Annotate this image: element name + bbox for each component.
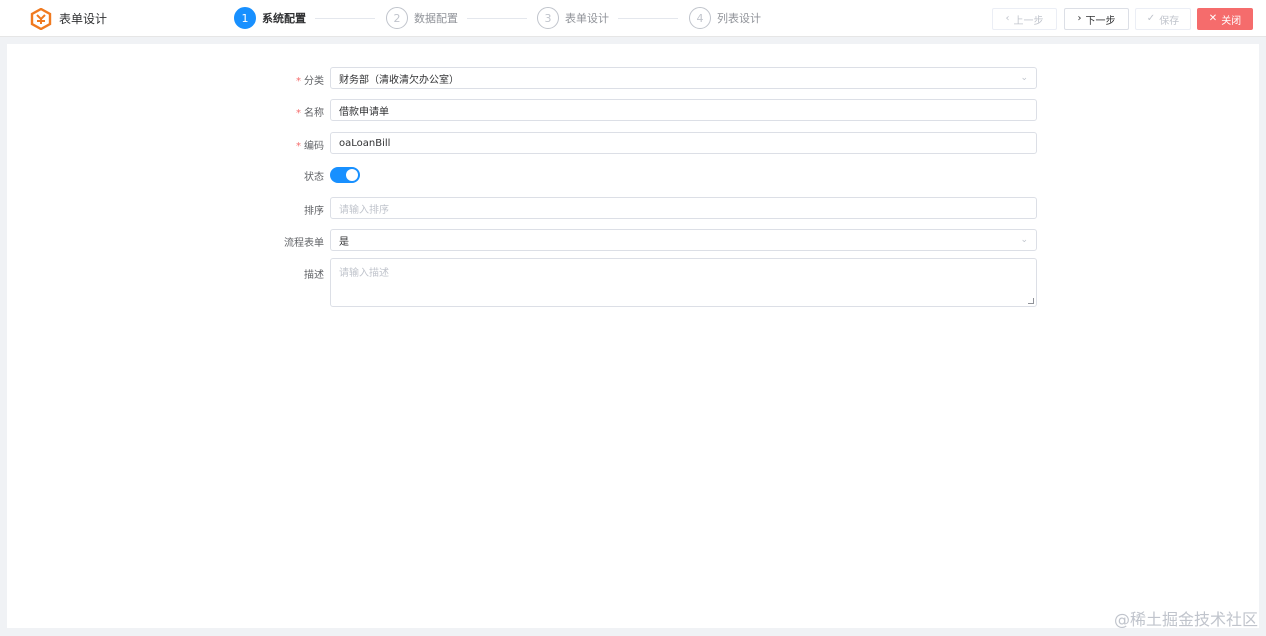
chevron-right-icon: ›: [1077, 13, 1082, 24]
category-label: * 分类: [296, 76, 324, 87]
save-button[interactable]: ✓ 保存: [1135, 8, 1191, 30]
app-logo-icon: [30, 8, 52, 30]
prev-step-label: 上一步: [1013, 15, 1044, 27]
process-form-value: 是: [339, 236, 349, 248]
process-form-label: 流程表单: [284, 238, 324, 249]
category-value: 财务部（清收清欠办公室）: [339, 74, 459, 86]
step-label: 表单设计: [565, 12, 609, 25]
required-mark: *: [296, 76, 301, 87]
code-label: * 编码: [296, 141, 324, 152]
next-step-label: 下一步: [1085, 15, 1116, 27]
chevron-down-icon: ⌄: [1020, 235, 1028, 245]
required-mark: *: [296, 141, 301, 152]
save-label: 保存: [1159, 15, 1180, 27]
step-list-design[interactable]: 4 列表设计: [689, 7, 761, 29]
step-form-design[interactable]: 3 表单设计: [537, 7, 609, 29]
step-system-config[interactable]: 1 系统配置: [234, 7, 306, 29]
prev-step-button[interactable]: ‹ 上一步: [992, 8, 1057, 30]
form-panel: * 分类 财务部（清收清欠办公室） ⌄ * 名称 借款申请单 * 编码 oaLoanB…: [7, 44, 1259, 628]
description-placeholder: 请输入描述: [339, 268, 389, 279]
step-label: 列表设计: [717, 12, 761, 25]
step-connector: [618, 18, 678, 19]
step-number: 2: [386, 7, 408, 29]
chevron-down-icon: ⌄: [1020, 73, 1028, 83]
app-title: 表单设计: [59, 12, 108, 26]
chevron-left-icon: ‹: [1005, 13, 1010, 24]
close-icon: ✕: [1208, 13, 1218, 24]
sort-input[interactable]: 请输入排序: [330, 197, 1037, 219]
sort-placeholder: 请输入排序: [339, 204, 389, 216]
category-select[interactable]: 财务部（清收清欠办公室） ⌄: [330, 67, 1037, 89]
name-value: 借款申请单: [339, 106, 389, 118]
step-data-config[interactable]: 2 数据配置: [386, 7, 458, 29]
process-form-select[interactable]: 是 ⌄: [330, 229, 1037, 251]
step-number: 4: [689, 7, 711, 29]
sort-label: 排序: [304, 206, 324, 217]
description-label: 描述: [304, 270, 324, 281]
code-value: oaLoanBill: [339, 137, 391, 149]
step-label: 数据配置: [414, 12, 458, 25]
close-button[interactable]: ✕ 关闭: [1197, 8, 1253, 30]
code-input[interactable]: oaLoanBill: [330, 132, 1037, 154]
step-label: 系统配置: [262, 12, 306, 25]
close-label: 关闭: [1221, 15, 1242, 27]
name-label: * 名称: [296, 108, 324, 119]
step-connector: [467, 18, 527, 19]
name-input[interactable]: 借款申请单: [330, 99, 1037, 121]
check-icon: ✓: [1146, 13, 1156, 24]
required-mark: *: [296, 108, 301, 119]
step-connector: [315, 18, 375, 19]
watermark: @稀土掘金技术社区: [1113, 610, 1258, 629]
next-step-button[interactable]: › 下一步: [1064, 8, 1129, 30]
status-label: 状态: [304, 172, 324, 183]
toggle-knob: [346, 169, 358, 181]
status-toggle[interactable]: [330, 167, 360, 183]
step-number: 1: [234, 7, 256, 29]
top-bar: 表单设计 1 系统配置 2 数据配置 3 表单设计 4 列表设计 ‹ 上一步 ›…: [0, 0, 1266, 37]
description-textarea[interactable]: 请输入描述: [330, 258, 1037, 307]
step-number: 3: [537, 7, 559, 29]
resize-handle[interactable]: [1028, 298, 1034, 304]
